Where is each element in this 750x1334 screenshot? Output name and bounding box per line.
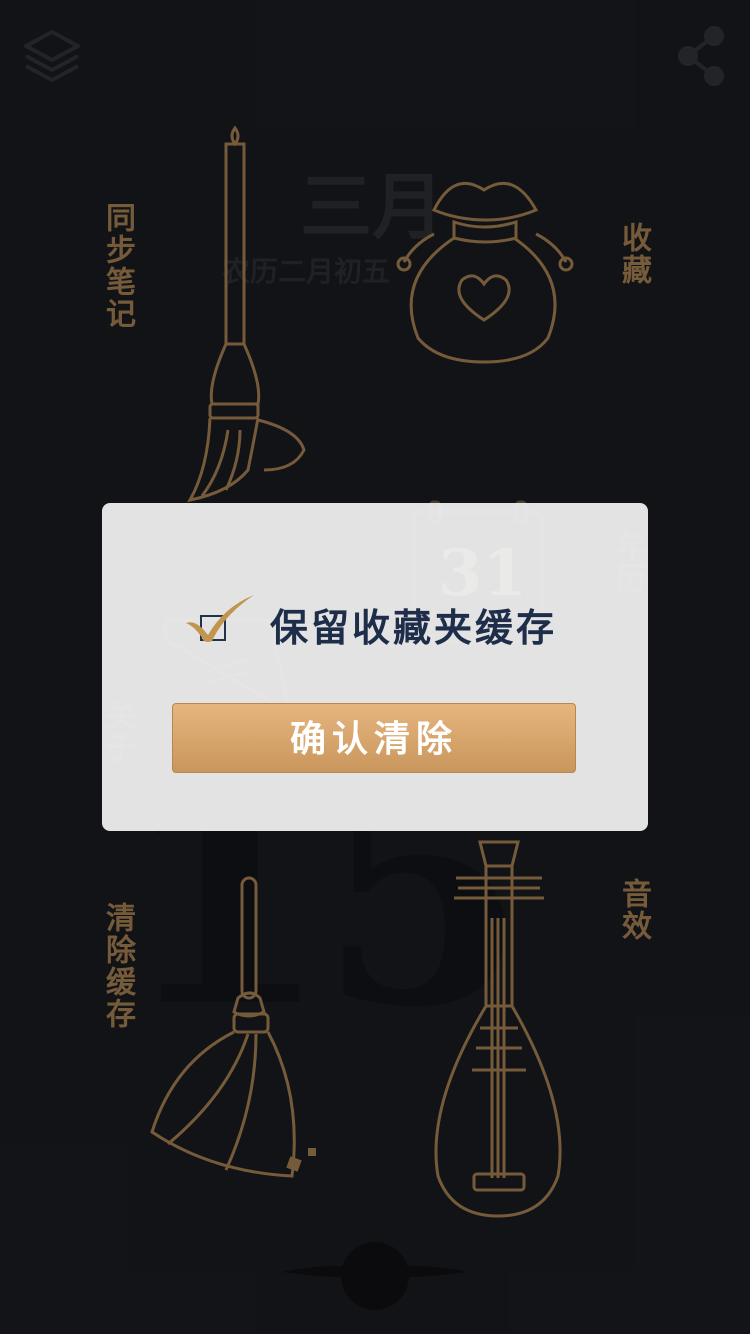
clear-cache-dialog: 保留收藏夹缓存 确认清除	[102, 503, 648, 831]
keep-favorites-option[interactable]: 保留收藏夹缓存	[180, 591, 600, 651]
confirm-clear-button[interactable]: 确认清除	[172, 703, 576, 773]
keep-favorites-label: 保留收藏夹缓存	[270, 605, 558, 650]
checkmark-icon	[182, 593, 258, 643]
